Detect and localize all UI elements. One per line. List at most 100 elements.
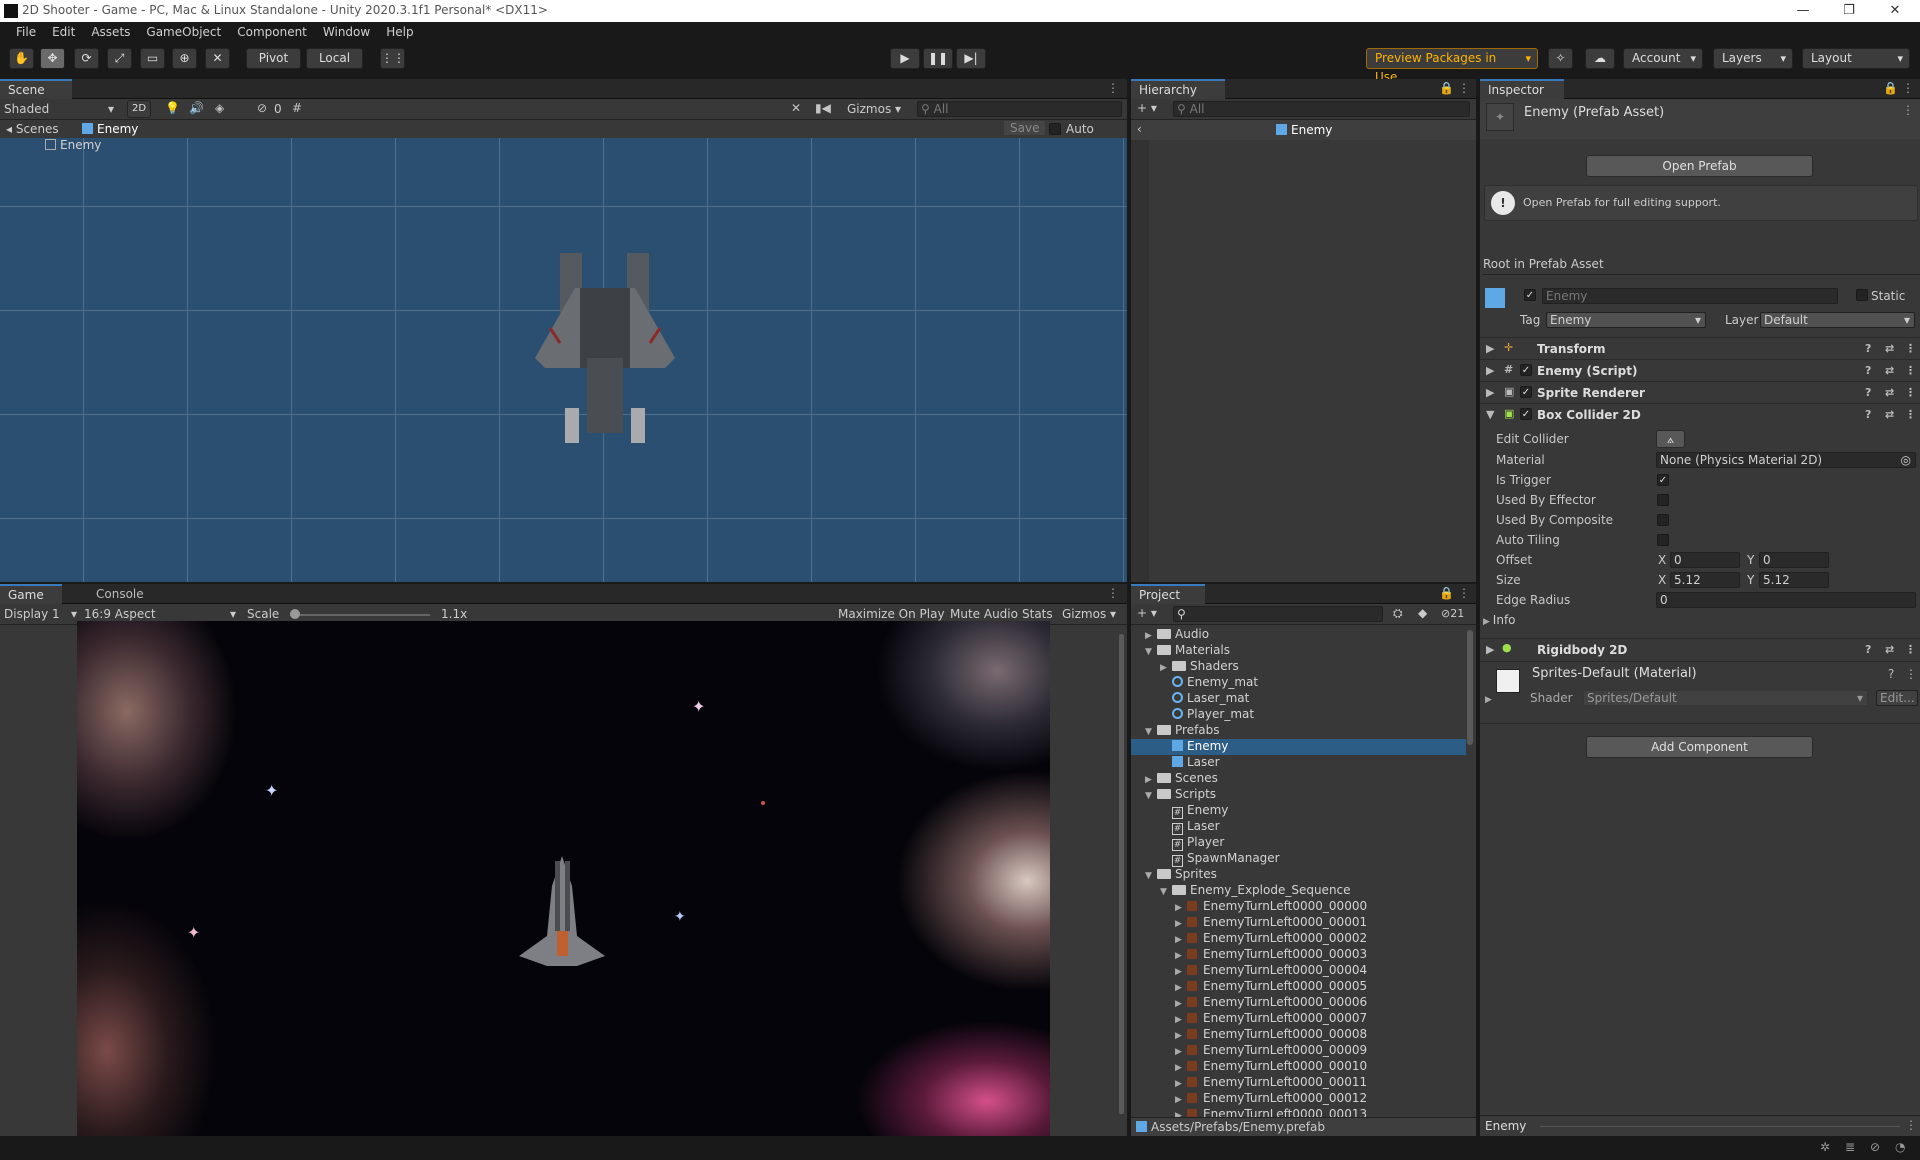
- step-button[interactable]: ▶|: [956, 48, 986, 69]
- scene-search-input[interactable]: ⚲ All: [917, 101, 1122, 117]
- active-checkbox[interactable]: ✓: [1524, 289, 1536, 301]
- play-button[interactable]: ▶: [890, 48, 920, 69]
- kebab-menu-icon[interactable]: ⋮: [1905, 667, 1917, 681]
- component-rigidbody-2d[interactable]: ▶ ● Rigidbody 2D? ⇄ ⋮: [1480, 638, 1920, 660]
- custom-tool-icon[interactable]: ✕: [205, 48, 230, 69]
- project-search-input[interactable]: ⚲: [1173, 606, 1383, 622]
- kebab-menu-icon[interactable]: ⋮: [1902, 103, 1914, 117]
- display-dropdown[interactable]: Display 1 ▾: [4, 607, 77, 621]
- project-item[interactable]: Laser_mat: [1131, 691, 1466, 707]
- rect-tool-icon[interactable]: ▭: [140, 48, 165, 69]
- chevron-right-icon[interactable]: ▶: [1175, 919, 1187, 929]
- project-item[interactable]: # SpawnManager: [1131, 851, 1466, 867]
- material-field[interactable]: None (Physics Material 2D) ◎: [1656, 452, 1916, 468]
- project-item[interactable]: # Player: [1131, 835, 1466, 851]
- chevron-right-icon[interactable]: ▶: [1145, 775, 1157, 785]
- pivot-button[interactable]: Pivot: [246, 48, 301, 69]
- transform-tool-icon[interactable]: ⊕: [172, 48, 197, 69]
- grid-snap-icon[interactable]: ⋮⋮: [380, 48, 405, 69]
- breadcrumb-scenes[interactable]: ◂ Scenes: [6, 122, 59, 136]
- network-icon[interactable]: ⊘: [1870, 1140, 1880, 1154]
- project-item[interactable]: ▼ Prefabs: [1131, 723, 1466, 739]
- progress-icon[interactable]: ◔: [1895, 1140, 1905, 1154]
- project-item[interactable]: ▶ EnemyTurnLeft0000_00007: [1131, 1011, 1466, 1027]
- project-item[interactable]: Laser: [1131, 755, 1466, 771]
- chevron-down-icon[interactable]: ▼: [1145, 871, 1157, 881]
- save-button[interactable]: Save: [1004, 121, 1046, 135]
- account-dropdown[interactable]: Account: [1623, 48, 1703, 69]
- cache-icon[interactable]: ≣: [1845, 1140, 1855, 1154]
- layout-dropdown[interactable]: Layout: [1802, 48, 1910, 69]
- kebab-menu-icon[interactable]: ⋮: [1458, 586, 1470, 600]
- close-button[interactable]: ✕: [1872, 0, 1918, 22]
- chevron-right-icon[interactable]: ▶: [1175, 1015, 1187, 1025]
- lighting-icon[interactable]: 💡: [165, 101, 180, 115]
- game-scrollbar[interactable]: [1119, 634, 1124, 1114]
- tab-game[interactable]: Game: [0, 584, 62, 604]
- local-button[interactable]: Local: [306, 48, 363, 69]
- back-arrow-icon[interactable]: ‹: [1137, 122, 1142, 136]
- menu-file[interactable]: File: [8, 22, 44, 43]
- project-item[interactable]: Enemy: [1131, 739, 1466, 755]
- hidden-objects-icon[interactable]: ⊘: [257, 101, 267, 115]
- help-icon[interactable]: ?: [1888, 667, 1894, 681]
- project-item[interactable]: ▶ EnemyTurnLeft0000_00011: [1131, 1075, 1466, 1091]
- chevron-right-icon[interactable]: ▶: [1175, 1079, 1187, 1089]
- chevron-right-icon[interactable]: ▶: [1175, 967, 1187, 977]
- project-item[interactable]: ▶ EnemyTurnLeft0000_00005: [1131, 979, 1466, 995]
- chevron-right-icon[interactable]: ▶: [1175, 1063, 1187, 1073]
- search-by-type-icon[interactable]: ⛭: [1393, 606, 1403, 621]
- offset-y-input[interactable]: 0: [1759, 552, 1829, 568]
- stats-toggle[interactable]: Stats: [1022, 607, 1053, 621]
- menu-component[interactable]: Component: [229, 22, 315, 43]
- project-item[interactable]: # Enemy: [1131, 803, 1466, 819]
- kebab-menu-icon[interactable]: ⋮: [1905, 1118, 1917, 1132]
- layer-dropdown[interactable]: Default ▾: [1760, 312, 1915, 328]
- debug-icon[interactable]: ✲: [1820, 1140, 1830, 1154]
- chevron-right-icon[interactable]: ▶: [1175, 983, 1187, 993]
- project-item[interactable]: Enemy_mat: [1131, 675, 1466, 691]
- menu-edit[interactable]: Edit: [44, 22, 83, 43]
- chevron-down-icon[interactable]: ▼: [1160, 887, 1172, 897]
- shading-dropdown[interactable]: Shaded ▾: [4, 102, 118, 116]
- aspect-dropdown[interactable]: 16:9 Aspect ▾: [84, 607, 236, 621]
- breadcrumb-enemy[interactable]: Enemy: [82, 122, 138, 136]
- game-gizmos-dropdown[interactable]: Gizmos ▾: [1062, 607, 1116, 621]
- material-foldout-icon[interactable]: ▶: [1485, 695, 1492, 705]
- effects-icon[interactable]: ◈: [215, 101, 224, 115]
- used-by-composite-checkbox[interactable]: [1657, 514, 1669, 526]
- tab-project[interactable]: Project: [1131, 584, 1205, 604]
- hierarchy-item-enemy[interactable]: Enemy: [45, 138, 101, 154]
- component-box-collider-2d[interactable]: ▼ ▣ ✓ Box Collider 2D? ⇄ ⋮: [1480, 403, 1920, 425]
- chevron-right-icon[interactable]: ▶: [1175, 1031, 1187, 1041]
- project-item[interactable]: ▶ EnemyTurnLeft0000_00006: [1131, 995, 1466, 1011]
- add-component-button[interactable]: Add Component: [1586, 736, 1813, 758]
- edge-radius-input[interactable]: 0: [1656, 592, 1916, 608]
- menu-window[interactable]: Window: [315, 22, 378, 43]
- project-item[interactable]: ▼ Enemy_Explode_Sequence: [1131, 883, 1466, 899]
- offset-x-input[interactable]: 0: [1670, 552, 1740, 568]
- minimize-button[interactable]: —: [1780, 0, 1826, 22]
- used-by-effector-checkbox[interactable]: [1657, 494, 1669, 506]
- project-scrollbar[interactable]: [1467, 630, 1473, 745]
- component-sprite-renderer[interactable]: ▶ ▣ ✓ Sprite Renderer? ⇄ ⋮: [1480, 381, 1920, 403]
- is-trigger-checkbox[interactable]: ✓: [1657, 474, 1669, 486]
- rotate-tool-icon[interactable]: ⟳: [74, 48, 99, 69]
- edit-collider-button[interactable]: ⟑: [1656, 430, 1685, 448]
- create-asset-button[interactable]: + ▾: [1137, 606, 1157, 620]
- autosave-checkbox[interactable]: [1049, 123, 1061, 135]
- chevron-right-icon[interactable]: ▶: [1175, 999, 1187, 1009]
- project-item[interactable]: ▶ EnemyTurnLeft0000_00010: [1131, 1059, 1466, 1075]
- project-item[interactable]: ▼ Materials: [1131, 643, 1466, 659]
- menu-help[interactable]: Help: [378, 22, 421, 43]
- menu-gameobject[interactable]: GameObject: [138, 22, 229, 43]
- cloud-icon[interactable]: ☁: [1585, 48, 1615, 69]
- chevron-down-icon[interactable]: ▼: [1145, 647, 1157, 657]
- size-x-input[interactable]: 5.12: [1670, 572, 1740, 588]
- project-item[interactable]: ▶ EnemyTurnLeft0000_00000: [1131, 899, 1466, 915]
- project-item[interactable]: ▶ Scenes: [1131, 771, 1466, 787]
- chevron-down-icon[interactable]: ▼: [1145, 727, 1157, 737]
- tag-dropdown[interactable]: Enemy ▾: [1546, 312, 1706, 328]
- scale-tool-icon[interactable]: ⤢: [107, 48, 132, 69]
- camera-icon[interactable]: ▮◀: [815, 101, 831, 115]
